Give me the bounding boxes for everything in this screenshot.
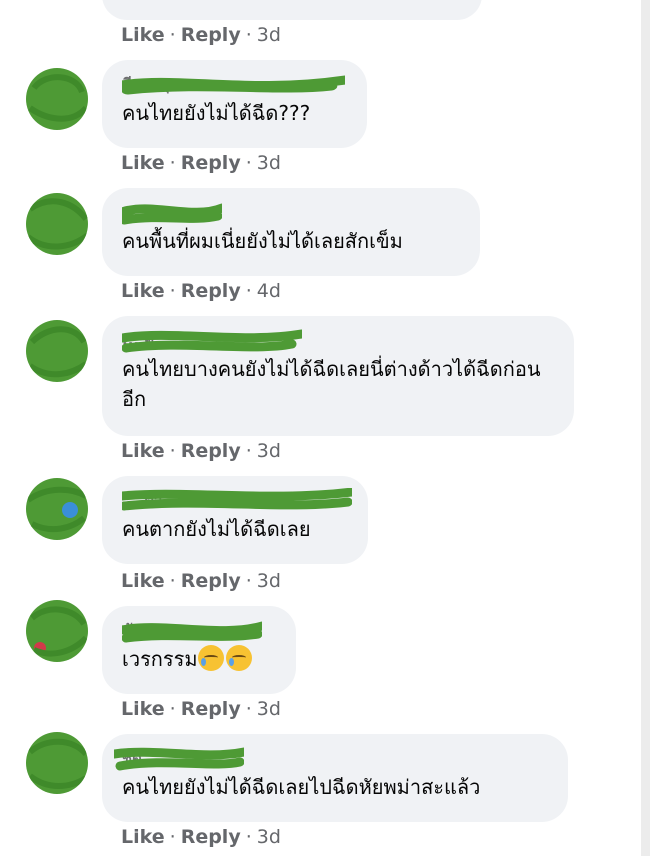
avatar[interactable] bbox=[26, 478, 88, 540]
comment-text: เวรกรรม bbox=[122, 644, 274, 674]
timestamp[interactable]: 4d bbox=[257, 280, 281, 302]
reply-button[interactable]: Reply bbox=[181, 280, 241, 302]
like-button[interactable]: Like bbox=[121, 152, 165, 174]
scroll-edge bbox=[641, 0, 650, 856]
comment-bubble: ... นุ คนพื้นที่ผมเนี่ยยังไม่ได้เลยสักเข… bbox=[102, 188, 480, 276]
redaction-scribble bbox=[122, 621, 262, 643]
reply-button[interactable]: Reply bbox=[181, 698, 241, 720]
comment-bubble: ชัด ... คนไทยยังไม่ได้ฉีดเลยไปฉีดหัยพม่า… bbox=[102, 734, 568, 822]
redaction-scribble bbox=[122, 203, 222, 225]
avatar[interactable] bbox=[26, 320, 88, 382]
comment-actions: Like · Reply · 4d bbox=[121, 280, 281, 302]
avatar[interactable] bbox=[26, 732, 88, 794]
crying-face-icon bbox=[197, 645, 224, 671]
timestamp[interactable]: 3d bbox=[257, 24, 281, 46]
comment-actions: Like · Reply · 3d bbox=[121, 152, 281, 174]
comment-bubble: ชัด ... เวรกรรม bbox=[102, 606, 296, 694]
avatar[interactable] bbox=[26, 68, 88, 130]
crying-face-icon bbox=[225, 645, 252, 671]
like-button[interactable]: Like bbox=[121, 826, 165, 848]
comment: ชัด ... เวรกรรม Like · Reply · 3d bbox=[0, 600, 641, 736]
comment: ... ดี คนไทยบางคนยังไม่ได้ฉีดเลยนี่ต่างด… bbox=[0, 316, 641, 476]
timestamp[interactable]: 3d bbox=[257, 440, 281, 462]
comment-actions: Like · Reply · 3d bbox=[121, 698, 281, 720]
comment-bubble: ดี ... นุสส คนไทยยังไม่ได้ฉีด??? bbox=[102, 60, 367, 148]
comment-text: คนพื้นที่ผมเนี่ยยังไม่ได้เลยสักเข็ม bbox=[122, 229, 403, 253]
previous-comment-bubble bbox=[102, 0, 482, 20]
redaction-scribble bbox=[114, 747, 244, 771]
comment: ดี ... นุสส คนไทยยังไม่ได้ฉีด??? Like · Re… bbox=[0, 60, 641, 190]
like-button[interactable]: Like bbox=[121, 570, 165, 592]
timestamp[interactable]: 3d bbox=[257, 570, 281, 592]
comment-actions: Like · Reply · 3d bbox=[121, 570, 281, 592]
like-button[interactable]: Like bbox=[121, 24, 165, 46]
comment-actions: Like · Reply · 3d bbox=[121, 440, 281, 462]
reply-button[interactable]: Reply bbox=[181, 440, 241, 462]
like-button[interactable]: Like bbox=[121, 440, 165, 462]
redaction-scribble bbox=[122, 488, 352, 511]
redaction-scribble bbox=[122, 75, 345, 95]
comment: ชัด ... คนไทยยังไม่ได้ฉีดเลยไปฉีดหัยพม่า… bbox=[0, 732, 641, 856]
reply-button[interactable]: Reply bbox=[181, 24, 241, 46]
comment: ... ดา คนตากยังไม่ได้ฉีดเลย Like · Reply · 3… bbox=[0, 476, 641, 606]
timestamp[interactable]: 3d bbox=[257, 698, 281, 720]
comment-text: คนไทยบางคนยังไม่ได้ฉีดเลยนี่ต่างด้าวได้ฉ… bbox=[122, 357, 541, 411]
like-button[interactable]: Like bbox=[121, 698, 165, 720]
reply-button[interactable]: Reply bbox=[181, 570, 241, 592]
reply-button[interactable]: Reply bbox=[181, 826, 241, 848]
avatar[interactable] bbox=[26, 600, 88, 662]
timestamp[interactable]: 3d bbox=[257, 826, 281, 848]
comment-text: คนไทยยังไม่ได้ฉีด??? bbox=[122, 101, 311, 125]
top-comment-actions: Like · Reply · 3d bbox=[121, 24, 281, 46]
timestamp[interactable]: 3d bbox=[257, 152, 281, 174]
like-button[interactable]: Like bbox=[121, 280, 165, 302]
comment-text: คนตากยังไม่ได้ฉีดเลย bbox=[122, 517, 311, 541]
comment-bubble: ... ดา คนตากยังไม่ได้ฉีดเลย bbox=[102, 476, 368, 564]
avatar[interactable] bbox=[26, 193, 88, 255]
comment: ... นุ คนพื้นที่ผมเนี่ยยังไม่ได้เลยสักเข… bbox=[0, 188, 641, 318]
reply-button[interactable]: Reply bbox=[181, 152, 241, 174]
comment-text: คนไทยยังไม่ได้ฉีดเลยไปฉีดหัยพม่าสะแล้ว bbox=[122, 775, 481, 799]
comment-bubble: ... ดี คนไทยบางคนยังไม่ได้ฉีดเลยนี่ต่างด… bbox=[102, 316, 574, 436]
comment-actions: Like · Reply · 3d bbox=[121, 826, 281, 848]
redaction-scribble bbox=[122, 329, 302, 353]
